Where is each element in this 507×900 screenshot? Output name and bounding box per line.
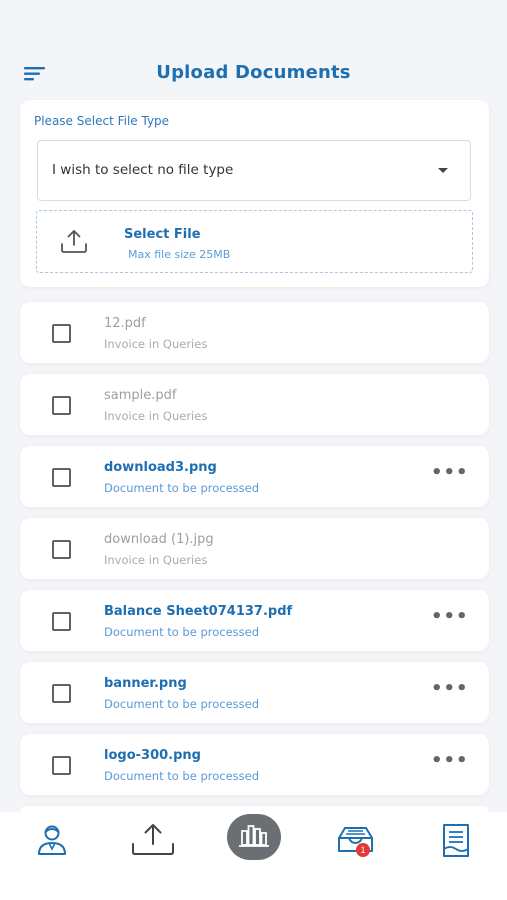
caret-down-icon [438,168,448,173]
file-checkbox[interactable] [52,756,71,775]
file-status: Document to be processed [104,697,260,711]
file-name: logo-300.png [104,748,201,763]
documents-icon[interactable] [438,822,478,862]
list-item[interactable]: sample.pdf Invoice in Queries ••• [20,374,489,435]
file-type-select[interactable]: I wish to select no file type [37,140,471,201]
list-item[interactable]: download3.png Document to be processed •… [20,446,489,507]
file-checkbox[interactable] [52,396,71,415]
file-status: Invoice in Queries [104,337,208,351]
inbox-icon[interactable]: 1 [336,822,376,862]
list-item[interactable]: download (1).jpg Invoice in Queries ••• [20,518,489,579]
file-type-label: Please Select File Type [34,114,170,128]
more-options-icon[interactable]: ••• [431,608,468,628]
more-options-icon[interactable]: ••• [431,680,468,700]
file-name: download (1).jpg [104,532,214,547]
file-checkbox[interactable] [52,612,71,631]
list-item[interactable]: logo-300.png Document to be processed ••… [20,734,489,795]
more-options-icon[interactable]: ••• [431,464,468,484]
file-status: Document to be processed [104,769,260,783]
file-name: banner.png [104,676,187,691]
file-name: download3.png [104,460,217,475]
file-status: Invoice in Queries [104,553,208,567]
chart-icon[interactable] [227,814,281,860]
max-file-size-text: Max file size 25MB [128,248,231,261]
bottom-nav: 1 [0,812,507,900]
file-checkbox[interactable] [52,324,71,343]
file-name: sample.pdf [104,388,177,403]
inbox-badge: 1 [356,843,370,857]
upload-tray-icon [59,228,89,256]
file-checkbox[interactable] [52,468,71,487]
more-options-icon[interactable]: ••• [431,752,468,772]
file-drop-zone[interactable]: Select File Max file size 25MB [36,210,473,273]
file-type-select-value: I wish to select no file type [52,162,234,178]
list-item[interactable]: banner.png Document to be processed ••• [20,662,489,723]
list-item[interactable]: Balance Sheet074137.pdf Document to be p… [20,590,489,651]
upload-card: Please Select File Type I wish to select… [20,100,489,287]
file-status: Invoice in Queries [104,409,208,423]
file-status: Document to be processed [104,481,260,495]
select-file-link[interactable]: Select File [124,227,201,242]
file-name: 12.pdf [104,316,146,331]
list-item[interactable]: 12.pdf Invoice in Queries ••• [20,302,489,363]
file-status: Document to be processed [104,625,260,639]
profile-icon[interactable] [34,822,74,862]
header: Upload Documents [0,50,507,98]
page-title: Upload Documents [156,62,351,83]
file-checkbox[interactable] [52,684,71,703]
upload-icon[interactable] [130,822,176,862]
file-checkbox[interactable] [52,540,71,559]
file-name: Balance Sheet074137.pdf [104,604,293,619]
